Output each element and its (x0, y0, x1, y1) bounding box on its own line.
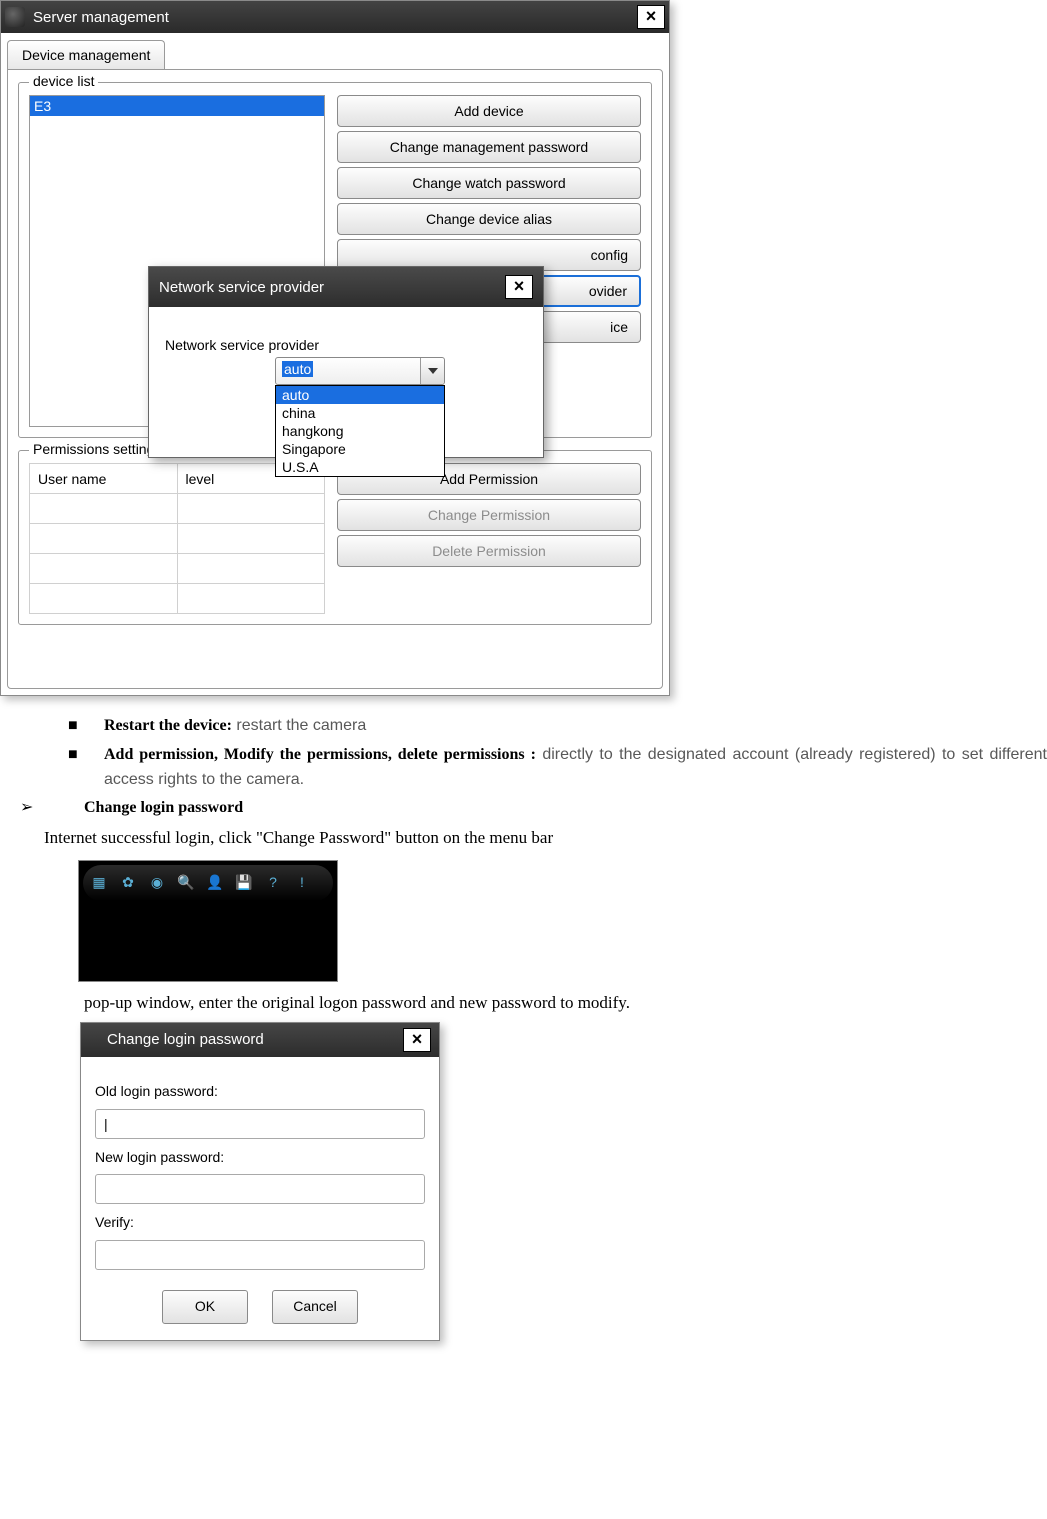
change-login-password-dialog: Change login password × Old login passwo… (80, 1022, 440, 1341)
nsp-combobox[interactable]: auto auto china hangkong Singapore U.S.A (275, 357, 445, 385)
table-row[interactable] (30, 554, 325, 584)
close-icon[interactable]: × (505, 275, 533, 299)
search-icon: 🔍 (176, 873, 196, 893)
tab-device-management[interactable]: Device management (7, 40, 165, 70)
bullet-change-login-password: Change login password (84, 796, 1047, 821)
change-management-password-button[interactable]: Change management password (337, 131, 641, 163)
camera-icon: ◉ (147, 873, 167, 893)
nsp-option[interactable]: china (276, 404, 444, 422)
verify-password-input[interactable] (95, 1240, 425, 1270)
delete-permission-button[interactable]: Delete Permission (337, 535, 641, 567)
bullet-restart: Restart the device: restart the camera (104, 714, 1047, 739)
new-password-input[interactable] (95, 1174, 425, 1204)
close-icon[interactable]: × (637, 5, 665, 29)
bullet-permissions: Add permission, Modify the permissions, … (104, 743, 1047, 793)
close-icon[interactable]: × (403, 1028, 431, 1052)
document-text: Restart the device: restart the camera A… (0, 696, 1047, 1341)
table-row[interactable] (30, 584, 325, 614)
change-watch-password-button[interactable]: Change watch password (337, 167, 641, 199)
table-row[interactable] (30, 524, 325, 554)
server-management-window: Server management × Device management de… (0, 0, 670, 696)
nsp-option[interactable]: hangkong (276, 422, 444, 440)
window-body: device list E3 Add device Change managem… (7, 69, 663, 689)
permissions-table[interactable]: User name level (29, 463, 325, 614)
user-icon: 👤 (205, 873, 225, 893)
grid-icon: ▦ (89, 873, 109, 893)
nsp-option[interactable]: auto (276, 386, 444, 404)
device-list-legend: device list (29, 73, 98, 89)
save-icon: 💾 (234, 873, 254, 893)
table-row[interactable] (30, 494, 325, 524)
clp-titlebar[interactable]: Change login password × (81, 1023, 439, 1057)
device-list-item[interactable]: E3 (30, 96, 324, 116)
change-login-desc: Internet successful login, click "Change… (44, 825, 1047, 851)
nsp-selected-value: auto (282, 361, 313, 377)
app-icon (5, 7, 25, 27)
change-permission-button[interactable]: Change Permission (337, 499, 641, 531)
network-service-provider-dialog: Network service provider × Network servi… (148, 266, 544, 458)
window-title: Server management (33, 9, 637, 26)
popup-desc: pop-up window, enter the original logon … (84, 990, 1047, 1016)
permissions-legend: Permissions setting (29, 441, 158, 457)
clp-title-text: Change login password (89, 1028, 403, 1051)
chevron-down-icon[interactable] (420, 358, 444, 384)
nsp-option[interactable]: Singapore (276, 440, 444, 458)
add-device-button[interactable]: Add device (337, 95, 641, 127)
nsp-option[interactable]: U.S.A (276, 458, 444, 476)
cancel-button[interactable]: Cancel (272, 1290, 358, 1324)
titlebar[interactable]: Server management × (1, 1, 669, 33)
help-icon: ? (263, 873, 283, 893)
toolbar-screenshot: ▦ ✿ ◉ 🔍 👤 💾 ? ! (78, 860, 338, 982)
info-icon: ! (292, 873, 312, 893)
col-user-name: User name (30, 464, 178, 494)
permission-button-column: Add Permission Change Permission Delete … (337, 463, 641, 614)
old-password-label: Old login password: (95, 1081, 425, 1103)
verify-password-label: Verify: (95, 1212, 425, 1234)
ok-button[interactable]: OK (162, 1290, 248, 1324)
tab-strip: Device management (1, 33, 669, 69)
nsp-dropdown-list[interactable]: auto china hangkong Singapore U.S.A (275, 385, 445, 477)
gear-icon: ✿ (118, 873, 138, 893)
nsp-field-label: Network service provider (165, 337, 355, 353)
change-device-alias-button[interactable]: Change device alias (337, 203, 641, 235)
nsp-title-text: Network service provider (159, 279, 505, 296)
old-password-input[interactable] (95, 1109, 425, 1139)
nsp-titlebar[interactable]: Network service provider × (149, 267, 543, 307)
new-password-label: New login password: (95, 1147, 425, 1169)
